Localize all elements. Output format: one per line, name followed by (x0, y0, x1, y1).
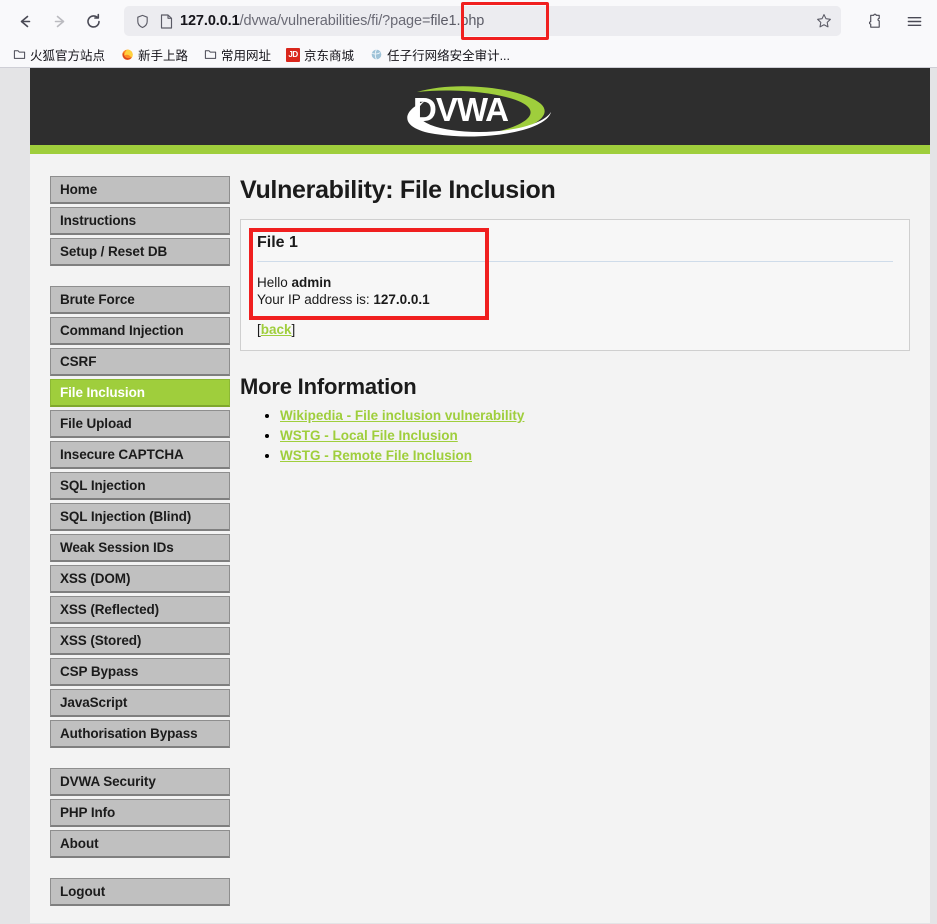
list-item: WSTG - Remote File Inclusion (280, 447, 910, 465)
sidebar-item-weak-session-ids[interactable]: Weak Session IDs (50, 534, 230, 562)
url-query-value: file1.php (430, 13, 485, 29)
address-bar[interactable]: 127.0.0.1/dvwa/vulnerabilities/fi/?page=… (124, 6, 841, 36)
sidebar-item-command-injection[interactable]: Command Injection (50, 317, 230, 345)
globe-icon (369, 48, 383, 62)
bookmark-label: 火狐官方站点 (30, 49, 106, 63)
link-wstg-remote-file-inclusion[interactable]: WSTG - Remote File Inclusion (280, 448, 472, 463)
page-body: Home Instructions Setup / Reset DB Brute… (30, 154, 930, 923)
file-heading: File 1 (257, 234, 298, 251)
page-icon (157, 11, 175, 31)
divider (257, 261, 893, 262)
hamburger-menu-icon[interactable] (899, 6, 929, 36)
reload-button[interactable] (76, 4, 110, 38)
sidebar-group: Home Instructions Setup / Reset DB (50, 176, 230, 266)
dvwa-page: DVWA Home Instructions Setup / Reset DB … (30, 68, 930, 923)
address-bar-url[interactable]: 127.0.0.1/dvwa/vulnerabilities/fi/?page=… (180, 6, 484, 36)
dvwa-logo: DVWA (395, 84, 565, 138)
list-item: WSTG - Local File Inclusion (280, 427, 910, 445)
sidebar-item-xss-reflected[interactable]: XSS (Reflected) (50, 596, 230, 624)
sidebar-item-authorisation-bypass[interactable]: Authorisation Bypass (50, 720, 230, 748)
ip-value: 127.0.0.1 (373, 292, 430, 307)
back-button[interactable] (8, 4, 42, 38)
link-wstg-local-file-inclusion[interactable]: WSTG - Local File Inclusion (280, 428, 458, 443)
sidebar-item-file-inclusion[interactable]: File Inclusion (50, 379, 230, 407)
bookmark-item[interactable]: 新手上路 (114, 43, 194, 66)
sidebar-item-brute-force[interactable]: Brute Force (50, 286, 230, 314)
accent-green-bar (30, 145, 930, 154)
sidebar-item-about[interactable]: About (50, 830, 230, 858)
sidebar-group: Brute Force Command Injection CSRF File … (50, 286, 230, 748)
browser-chrome: 127.0.0.1/dvwa/vulnerabilities/fi/?page=… (0, 0, 937, 68)
bookmark-item[interactable]: 火狐官方站点 (6, 43, 111, 66)
greeting-line: Hello admin (257, 274, 893, 291)
sidebar-item-setup-reset-db[interactable]: Setup / Reset DB (50, 238, 230, 266)
shield-icon (132, 11, 152, 31)
bookmark-star-button[interactable] (807, 6, 841, 36)
address-bar-container[interactable]: 127.0.0.1/dvwa/vulnerabilities/fi/?page=… (124, 2, 841, 40)
greeting-username: admin (291, 275, 332, 290)
toolbar-right-tools (859, 6, 929, 36)
bookmark-label: 新手上路 (138, 49, 189, 63)
bookmark-item[interactable]: JD 京东商城 (280, 43, 360, 66)
folder-icon (12, 48, 26, 62)
folder-icon (203, 48, 217, 62)
ip-label: Your IP address is: (257, 292, 374, 307)
sidebar-item-php-info[interactable]: PHP Info (50, 799, 230, 827)
back-line: [back] (257, 322, 893, 337)
url-host: 127.0.0.1 (180, 13, 240, 29)
bookmark-item[interactable]: 常用网址 (197, 43, 277, 66)
bookmarks-bar: 火狐官方站点 新手上路 常用网址 JD 京东商城 任子行网络安全审计... (0, 42, 937, 67)
svg-text:DVWA: DVWA (413, 91, 508, 128)
firefox-icon (120, 48, 134, 62)
page-viewport: DVWA Home Instructions Setup / Reset DB … (0, 68, 937, 923)
jd-badge-icon: JD (286, 47, 301, 62)
sidebar-nav: Home Instructions Setup / Reset DB Brute… (30, 154, 230, 923)
page-title: Vulnerability: File Inclusion (240, 176, 556, 204)
sidebar-item-file-upload[interactable]: File Upload (50, 410, 230, 438)
sidebar-item-logout[interactable]: Logout (50, 878, 230, 906)
ip-line: Your IP address is: 127.0.0.1 (257, 291, 893, 308)
bookmark-label: 京东商城 (304, 49, 355, 63)
sidebar-item-csrf[interactable]: CSRF (50, 348, 230, 376)
sidebar-item-javascript[interactable]: JavaScript (50, 689, 230, 717)
browser-toolbar: 127.0.0.1/dvwa/vulnerabilities/fi/?page=… (0, 0, 937, 42)
sidebar-item-xss-dom[interactable]: XSS (DOM) (50, 565, 230, 593)
bookmark-item[interactable]: 任子行网络安全审计... (363, 43, 516, 66)
more-information-title: More Information (240, 374, 417, 399)
greeting-prefix: Hello (257, 275, 292, 290)
vulnerability-panel: File 1 Hello admin Your IP address is: 1… (240, 219, 910, 351)
main-content: Vulnerability: File Inclusion File 1 Hel… (230, 154, 930, 467)
sidebar-item-home[interactable]: Home (50, 176, 230, 204)
sidebar-item-insecure-captcha[interactable]: Insecure CAPTCHA (50, 441, 230, 469)
puzzle-piece-icon[interactable] (859, 6, 889, 36)
forward-button[interactable] (42, 4, 76, 38)
sidebar-item-sql-injection-blind[interactable]: SQL Injection (Blind) (50, 503, 230, 531)
sidebar-item-xss-stored[interactable]: XSS (Stored) (50, 627, 230, 655)
sidebar-item-sql-injection[interactable]: SQL Injection (50, 472, 230, 500)
sidebar-item-instructions[interactable]: Instructions (50, 207, 230, 235)
more-information-list: Wikipedia - File inclusion vulnerability… (240, 407, 910, 465)
sidebar-group: DVWA Security PHP Info About (50, 768, 230, 858)
bookmark-label: 常用网址 (221, 49, 272, 63)
url-path: /dvwa/vulnerabilities/fi/?page= (239, 13, 431, 29)
back-link[interactable]: back (261, 322, 292, 337)
sidebar-group: Logout (50, 878, 230, 906)
sidebar-item-dvwa-security[interactable]: DVWA Security (50, 768, 230, 796)
bracket-close: ] (291, 322, 296, 337)
sidebar-item-csp-bypass[interactable]: CSP Bypass (50, 658, 230, 686)
link-wikipedia-file-inclusion[interactable]: Wikipedia - File inclusion vulnerability (280, 408, 524, 423)
dvwa-header: DVWA (30, 68, 930, 145)
bookmark-label: 任子行网络安全审计... (387, 49, 510, 63)
list-item: Wikipedia - File inclusion vulnerability (280, 407, 910, 425)
